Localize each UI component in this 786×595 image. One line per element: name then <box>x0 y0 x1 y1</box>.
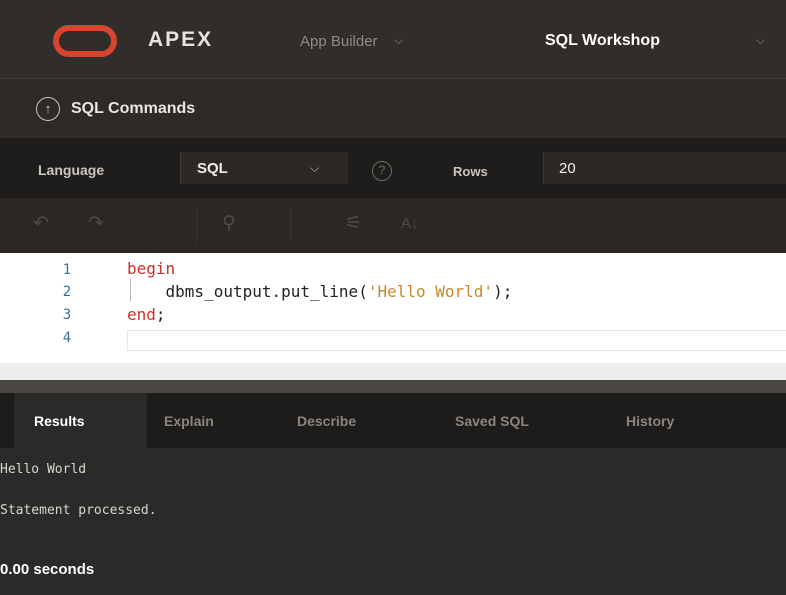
resize-handle[interactable] <box>0 380 786 393</box>
tab-saved-sql[interactable]: Saved SQL <box>455 413 529 429</box>
autocomplete-icon[interactable]: ⚟ <box>345 212 362 235</box>
toolbar-divider <box>290 208 291 244</box>
format-icon[interactable]: A↓ <box>401 215 419 232</box>
code-line[interactable]: dbms_output.put_line('Hello World'); <box>127 282 513 301</box>
line-number: 3 <box>62 307 72 323</box>
page-title: SQL Commands <box>71 100 196 117</box>
chevron-down-icon[interactable]: ⌵ <box>756 33 765 48</box>
tab-explain[interactable]: Explain <box>164 413 214 429</box>
output-line: Statement processed. <box>0 503 157 518</box>
rows-label: Rows <box>453 164 488 179</box>
find-icon[interactable]: ⚲ <box>222 212 236 235</box>
up-arrow-icon[interactable]: ↑ <box>36 97 60 121</box>
chevron-down-icon[interactable]: ⌵ <box>310 161 319 176</box>
code-text: ; <box>155 305 166 324</box>
keyword: end <box>127 305 156 324</box>
elapsed-time: 0.00 seconds <box>0 561 95 578</box>
help-icon[interactable]: ? <box>372 161 392 181</box>
toolbar-divider <box>196 208 197 244</box>
nav-app-builder[interactable]: App Builder <box>300 33 378 50</box>
app-brand[interactable]: APEX <box>148 28 213 52</box>
tab-describe[interactable]: Describe <box>297 413 356 429</box>
code-text: dbms_output.put_line( <box>127 282 368 301</box>
code-line[interactable]: end; <box>127 305 166 324</box>
line-number: 2 <box>62 284 72 300</box>
undo-icon[interactable]: ↶ <box>33 212 49 235</box>
code-line[interactable]: begin <box>127 259 175 278</box>
keyword: begin <box>127 259 176 278</box>
current-line-highlight[interactable] <box>127 330 786 351</box>
nav-sql-workshop[interactable]: SQL Workshop <box>545 32 660 50</box>
code-text: ); <box>493 282 513 301</box>
top-navigation-bar <box>0 0 786 78</box>
chevron-down-icon[interactable]: ⌵ <box>394 33 403 48</box>
line-number: 4 <box>62 330 72 346</box>
tab-results[interactable]: Results <box>34 413 85 429</box>
editor-toolbar <box>0 198 786 253</box>
oracle-logo-icon[interactable] <box>53 25 117 57</box>
tab-history[interactable]: History <box>626 413 674 429</box>
line-number: 1 <box>62 262 72 278</box>
redo-icon[interactable]: ↷ <box>88 212 104 235</box>
string-literal: 'Hello World' <box>367 282 494 301</box>
language-label: Language <box>38 162 105 178</box>
rows-input[interactable] <box>543 152 786 184</box>
language-select-value[interactable]: SQL <box>197 160 228 177</box>
output-line: Hello World <box>0 462 87 477</box>
